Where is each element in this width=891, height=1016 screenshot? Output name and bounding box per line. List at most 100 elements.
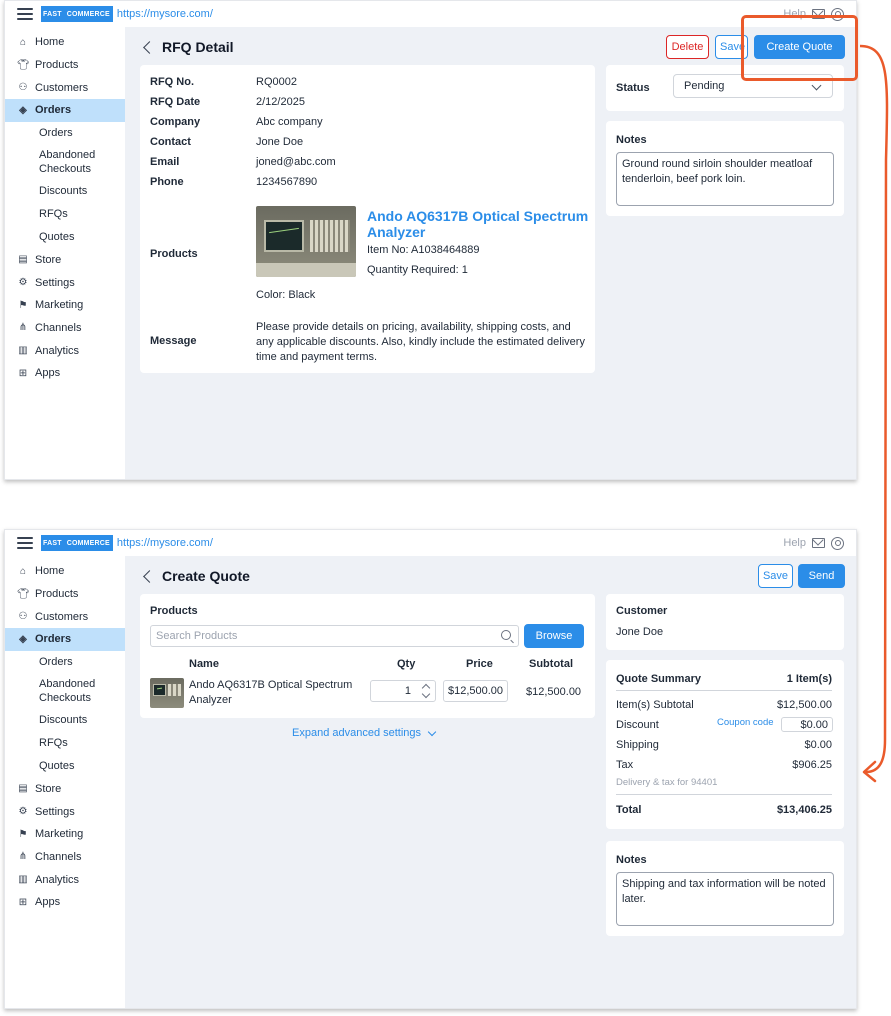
help-link[interactable]: Help <box>783 537 806 549</box>
sidebar-item-apps[interactable]: ⊞ Apps <box>5 362 125 385</box>
quantity-required: Quantity Required: 1 <box>367 264 468 276</box>
sidebar-label: Store <box>35 782 62 795</box>
back-arrow-icon[interactable] <box>143 569 156 583</box>
quantity-stepper[interactable]: 1 <box>370 680 436 702</box>
chevron-down-icon <box>427 727 437 736</box>
sidebar-item-store[interactable]: ▤ Store <box>5 249 125 272</box>
sidebar-subitem-rfqs[interactable]: RFQs <box>5 203 125 226</box>
delete-button[interactable]: Delete <box>666 35 709 59</box>
sidebar-item-orders[interactable]: ◈ Orders <box>5 628 125 651</box>
sidebar-subitem-abandoned-checkouts[interactable]: Abandoned Checkouts <box>5 673 105 709</box>
stepper-arrows-icon[interactable] <box>422 684 430 698</box>
sidebar-subitem-quotes[interactable]: Quotes <box>5 226 125 249</box>
quote-summary-card: Quote Summary 1 Item(s) Item(s) Subtotal… <box>606 660 844 829</box>
search-icon[interactable] <box>501 630 511 640</box>
rfq-info-card: RFQ No. RQ0002 RFQ Date 2/12/2025 Compan… <box>140 65 595 373</box>
sidebar-item-channels[interactable]: ⋔ Channels <box>5 846 125 869</box>
sidebar-subitem-quotes[interactable]: Quotes <box>5 755 125 778</box>
store-url-link[interactable]: https://mysore.com/ <box>117 537 213 549</box>
search-products-input[interactable]: Search Products <box>150 625 519 647</box>
sidebar-item-marketing[interactable]: ⚑ Marketing <box>5 294 125 317</box>
back-arrow-icon[interactable] <box>143 40 156 54</box>
product-image[interactable] <box>256 206 356 277</box>
notes-textarea[interactable]: Shipping and tax information will be not… <box>616 872 834 926</box>
contact-label: Contact <box>150 136 191 148</box>
sidebar-label: Customers <box>35 81 89 94</box>
sidebar-item-products[interactable]: 👕︎ Products <box>5 583 125 606</box>
mail-icon[interactable] <box>812 538 825 548</box>
sidebar-item-customers[interactable]: ⚇ Customers <box>5 605 125 628</box>
status-selected-value: Pending <box>684 80 725 92</box>
rfq-main-content: RFQ Detail Delete Save Create Quote RFQ … <box>125 27 856 479</box>
customer-label: Customer <box>616 605 668 617</box>
sidebar-item-customers[interactable]: ⚇ Customers <box>5 76 125 99</box>
sidebar-item-channels[interactable]: ⋔ Channels <box>5 317 125 340</box>
channels-icon: ⋔ <box>18 322 28 334</box>
user-account-icon[interactable] <box>831 536 844 550</box>
channels-icon: ⋔ <box>18 851 28 863</box>
item-count: 1 Item(s) <box>786 673 832 685</box>
message-label: Message <box>150 335 197 347</box>
coupon-code-link[interactable]: Coupon code <box>717 717 774 728</box>
sidebar-item-home[interactable]: ⌂ Home <box>5 560 125 583</box>
sidebar-item-settings[interactable]: ⚙ Settings <box>5 271 125 294</box>
notes-label: Notes <box>616 134 647 146</box>
shirt-icon: 👕︎ <box>17 588 30 600</box>
quantity-value: 1 <box>404 685 411 697</box>
sidebar-subitem-discounts[interactable]: Discounts <box>5 709 125 732</box>
sidebar-label: Settings <box>35 805 75 818</box>
shirt-icon: 👕︎ <box>17 59 30 71</box>
box-icon: ◈ <box>19 104 27 116</box>
apps-grid-icon: ⊞ <box>18 367 28 379</box>
hamburger-menu-icon[interactable] <box>17 8 33 20</box>
sidebar-item-analytics[interactable]: ▥ Analytics <box>5 339 125 362</box>
product-color: Color: Black <box>256 289 316 301</box>
home-icon: ⌂ <box>19 565 27 577</box>
sidebar-subitem-discounts[interactable]: Discounts <box>5 180 125 203</box>
sidebar-subitem-orders[interactable]: Orders <box>5 122 125 145</box>
sidebar-subitem-abandoned-checkouts[interactable]: Abandoned Checkouts <box>5 144 105 180</box>
sidebar-item-analytics[interactable]: ▥ Analytics <box>5 868 125 891</box>
store-url-link[interactable]: https://mysore.com/ <box>117 8 213 20</box>
sidebar-item-home[interactable]: ⌂ Home <box>5 31 125 54</box>
hamburger-menu-icon[interactable] <box>17 537 33 549</box>
shipping-value: $0.00 <box>804 739 832 751</box>
product-thumbnail[interactable] <box>150 678 184 708</box>
discount-input[interactable]: $0.00 <box>781 717 833 732</box>
sidebar-label: Analytics <box>35 873 80 886</box>
price-input[interactable]: $12,500.00 <box>443 680 508 702</box>
company-label: Company <box>150 116 201 128</box>
sidebar-item-apps[interactable]: ⊞ Apps <box>5 891 125 914</box>
shipping-label: Shipping <box>616 739 659 751</box>
sidebar-subitem-orders[interactable]: Orders <box>5 651 125 674</box>
product-name-link[interactable]: Ando AQ6317B Optical Spectrum Analyzer <box>367 208 589 240</box>
fastcommerce-logo[interactable]: FAST COMMERCE <box>41 535 113 551</box>
rfq-no-label: RFQ No. <box>150 76 194 88</box>
save-button[interactable]: Save <box>758 564 793 588</box>
sidebar-item-store[interactable]: ▤ Store <box>5 778 125 801</box>
sidebar-subitem-rfqs[interactable]: RFQs <box>5 732 125 755</box>
box-icon: ◈ <box>19 633 27 645</box>
notes-textarea[interactable]: Ground round sirloin shoulder meatloaf t… <box>616 152 834 206</box>
fastcommerce-logo[interactable]: FAST COMMERCE <box>41 6 113 22</box>
page-title: RFQ Detail <box>162 39 234 55</box>
col-subtotal-header: Subtotal <box>529 658 573 670</box>
sidebar-item-marketing[interactable]: ⚑ Marketing <box>5 823 125 846</box>
browse-button[interactable]: Browse <box>524 624 584 648</box>
sidebar-item-products[interactable]: 👕︎ Products <box>5 54 125 77</box>
sidebar-nav: ⌂ Home 👕︎ Products ⚇ Customers ◈ Orders Orde… <box>5 27 125 479</box>
sidebar-label: Customers <box>35 610 89 623</box>
phone-value: 1234567890 <box>256 176 318 188</box>
create-quote-screen: FAST COMMERCE https://mysore.com/ Help ⌂ H… <box>4 529 857 1009</box>
gear-icon: ⚙ <box>18 806 28 818</box>
email-value: joned@abc.com <box>256 156 336 168</box>
expand-advanced-settings-link[interactable]: Expand advanced settings <box>292 727 437 739</box>
sidebar-item-settings[interactable]: ⚙ Settings <box>5 800 125 823</box>
quote-main-content: Create Quote Save Send Products Search P… <box>125 556 856 1008</box>
page-title: Create Quote <box>162 568 250 584</box>
status-label: Status <box>616 82 650 94</box>
store-icon: ▤ <box>18 783 28 795</box>
sidebar-item-orders[interactable]: ◈ Orders <box>5 99 125 122</box>
home-icon: ⌂ <box>19 36 27 48</box>
send-button[interactable]: Send <box>798 564 845 588</box>
